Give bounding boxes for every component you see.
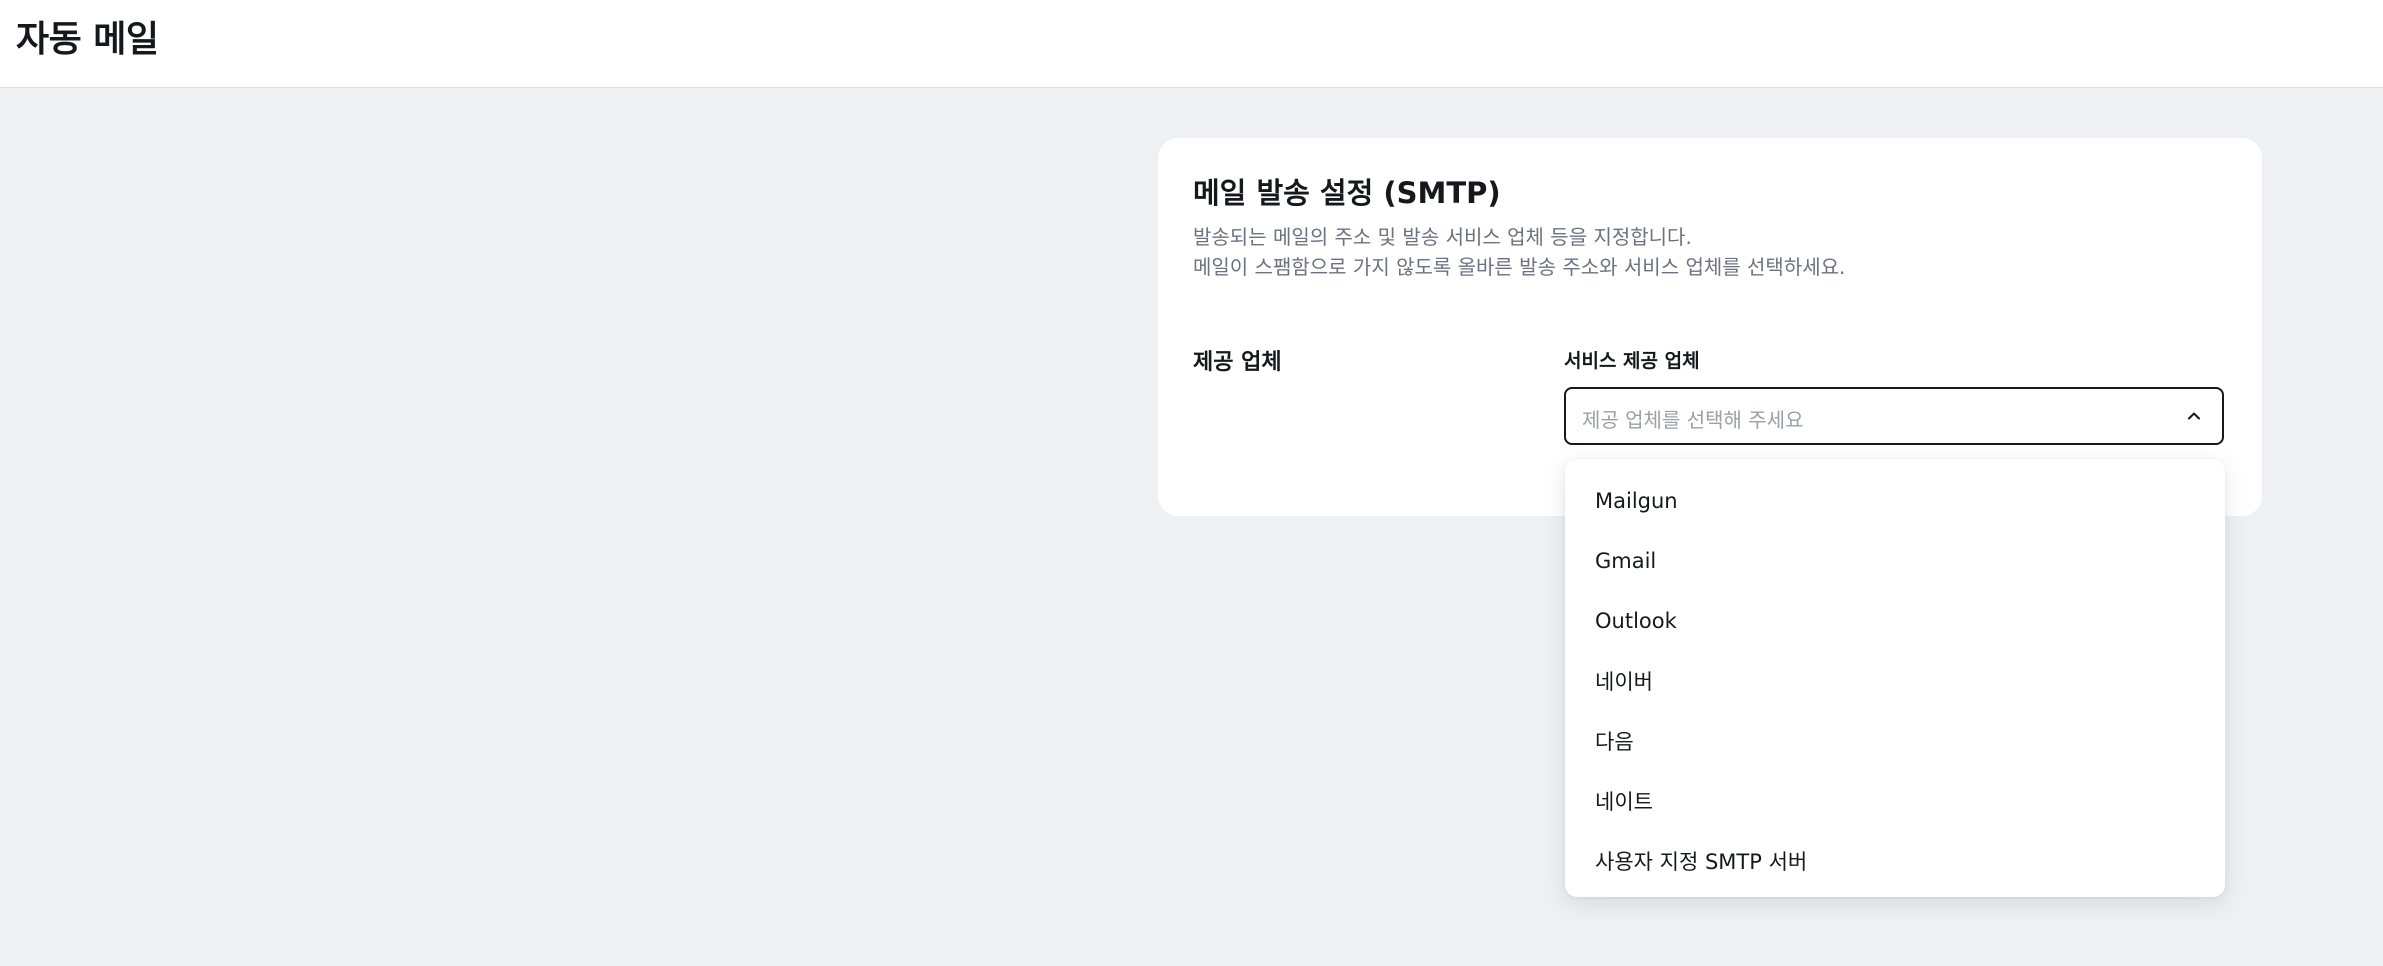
chevron-up-icon: [2188, 412, 2200, 420]
provider-option-outlook[interactable]: Outlook: [1565, 591, 2225, 651]
provider-select-placeholder: 제공 업체를 선택해 주세요: [1582, 408, 1804, 432]
service-provider-field-label: 서비스 제공 업체: [1564, 350, 1700, 372]
card-description-line: 발송되는 메일의 주소 및 발송 서비스 업체 등을 지정합니다.: [1193, 225, 1692, 249]
card-description: 발송되는 메일의 주소 및 발송 서비스 업체 등을 지정합니다. 메일이 스팸…: [1193, 222, 1845, 282]
provider-option-mailgun[interactable]: Mailgun: [1565, 471, 2225, 531]
provider-option-nate[interactable]: 네이트: [1565, 771, 2225, 831]
provider-select[interactable]: 제공 업체를 선택해 주세요: [1564, 387, 2224, 445]
page-title: 자동 메일: [16, 19, 159, 60]
provider-option-daum[interactable]: 다음: [1565, 711, 2225, 771]
page-header: 자동 메일: [0, 0, 2383, 88]
provider-dropdown-menu: Mailgun Gmail Outlook 네이버 다음 네이트 사용자 지정 …: [1565, 459, 2225, 897]
provider-option-naver[interactable]: 네이버: [1565, 651, 2225, 711]
provider-option-gmail[interactable]: Gmail: [1565, 531, 2225, 591]
provider-row-label: 제공 업체: [1193, 350, 1282, 375]
card-title: 메일 발송 설정 (SMTP): [1193, 176, 1501, 210]
provider-option-custom-smtp[interactable]: 사용자 지정 SMTP 서버: [1565, 831, 2225, 891]
card-description-line: 메일이 스팸함으로 가지 않도록 올바른 발송 주소와 서비스 업체를 선택하세…: [1193, 255, 1846, 279]
